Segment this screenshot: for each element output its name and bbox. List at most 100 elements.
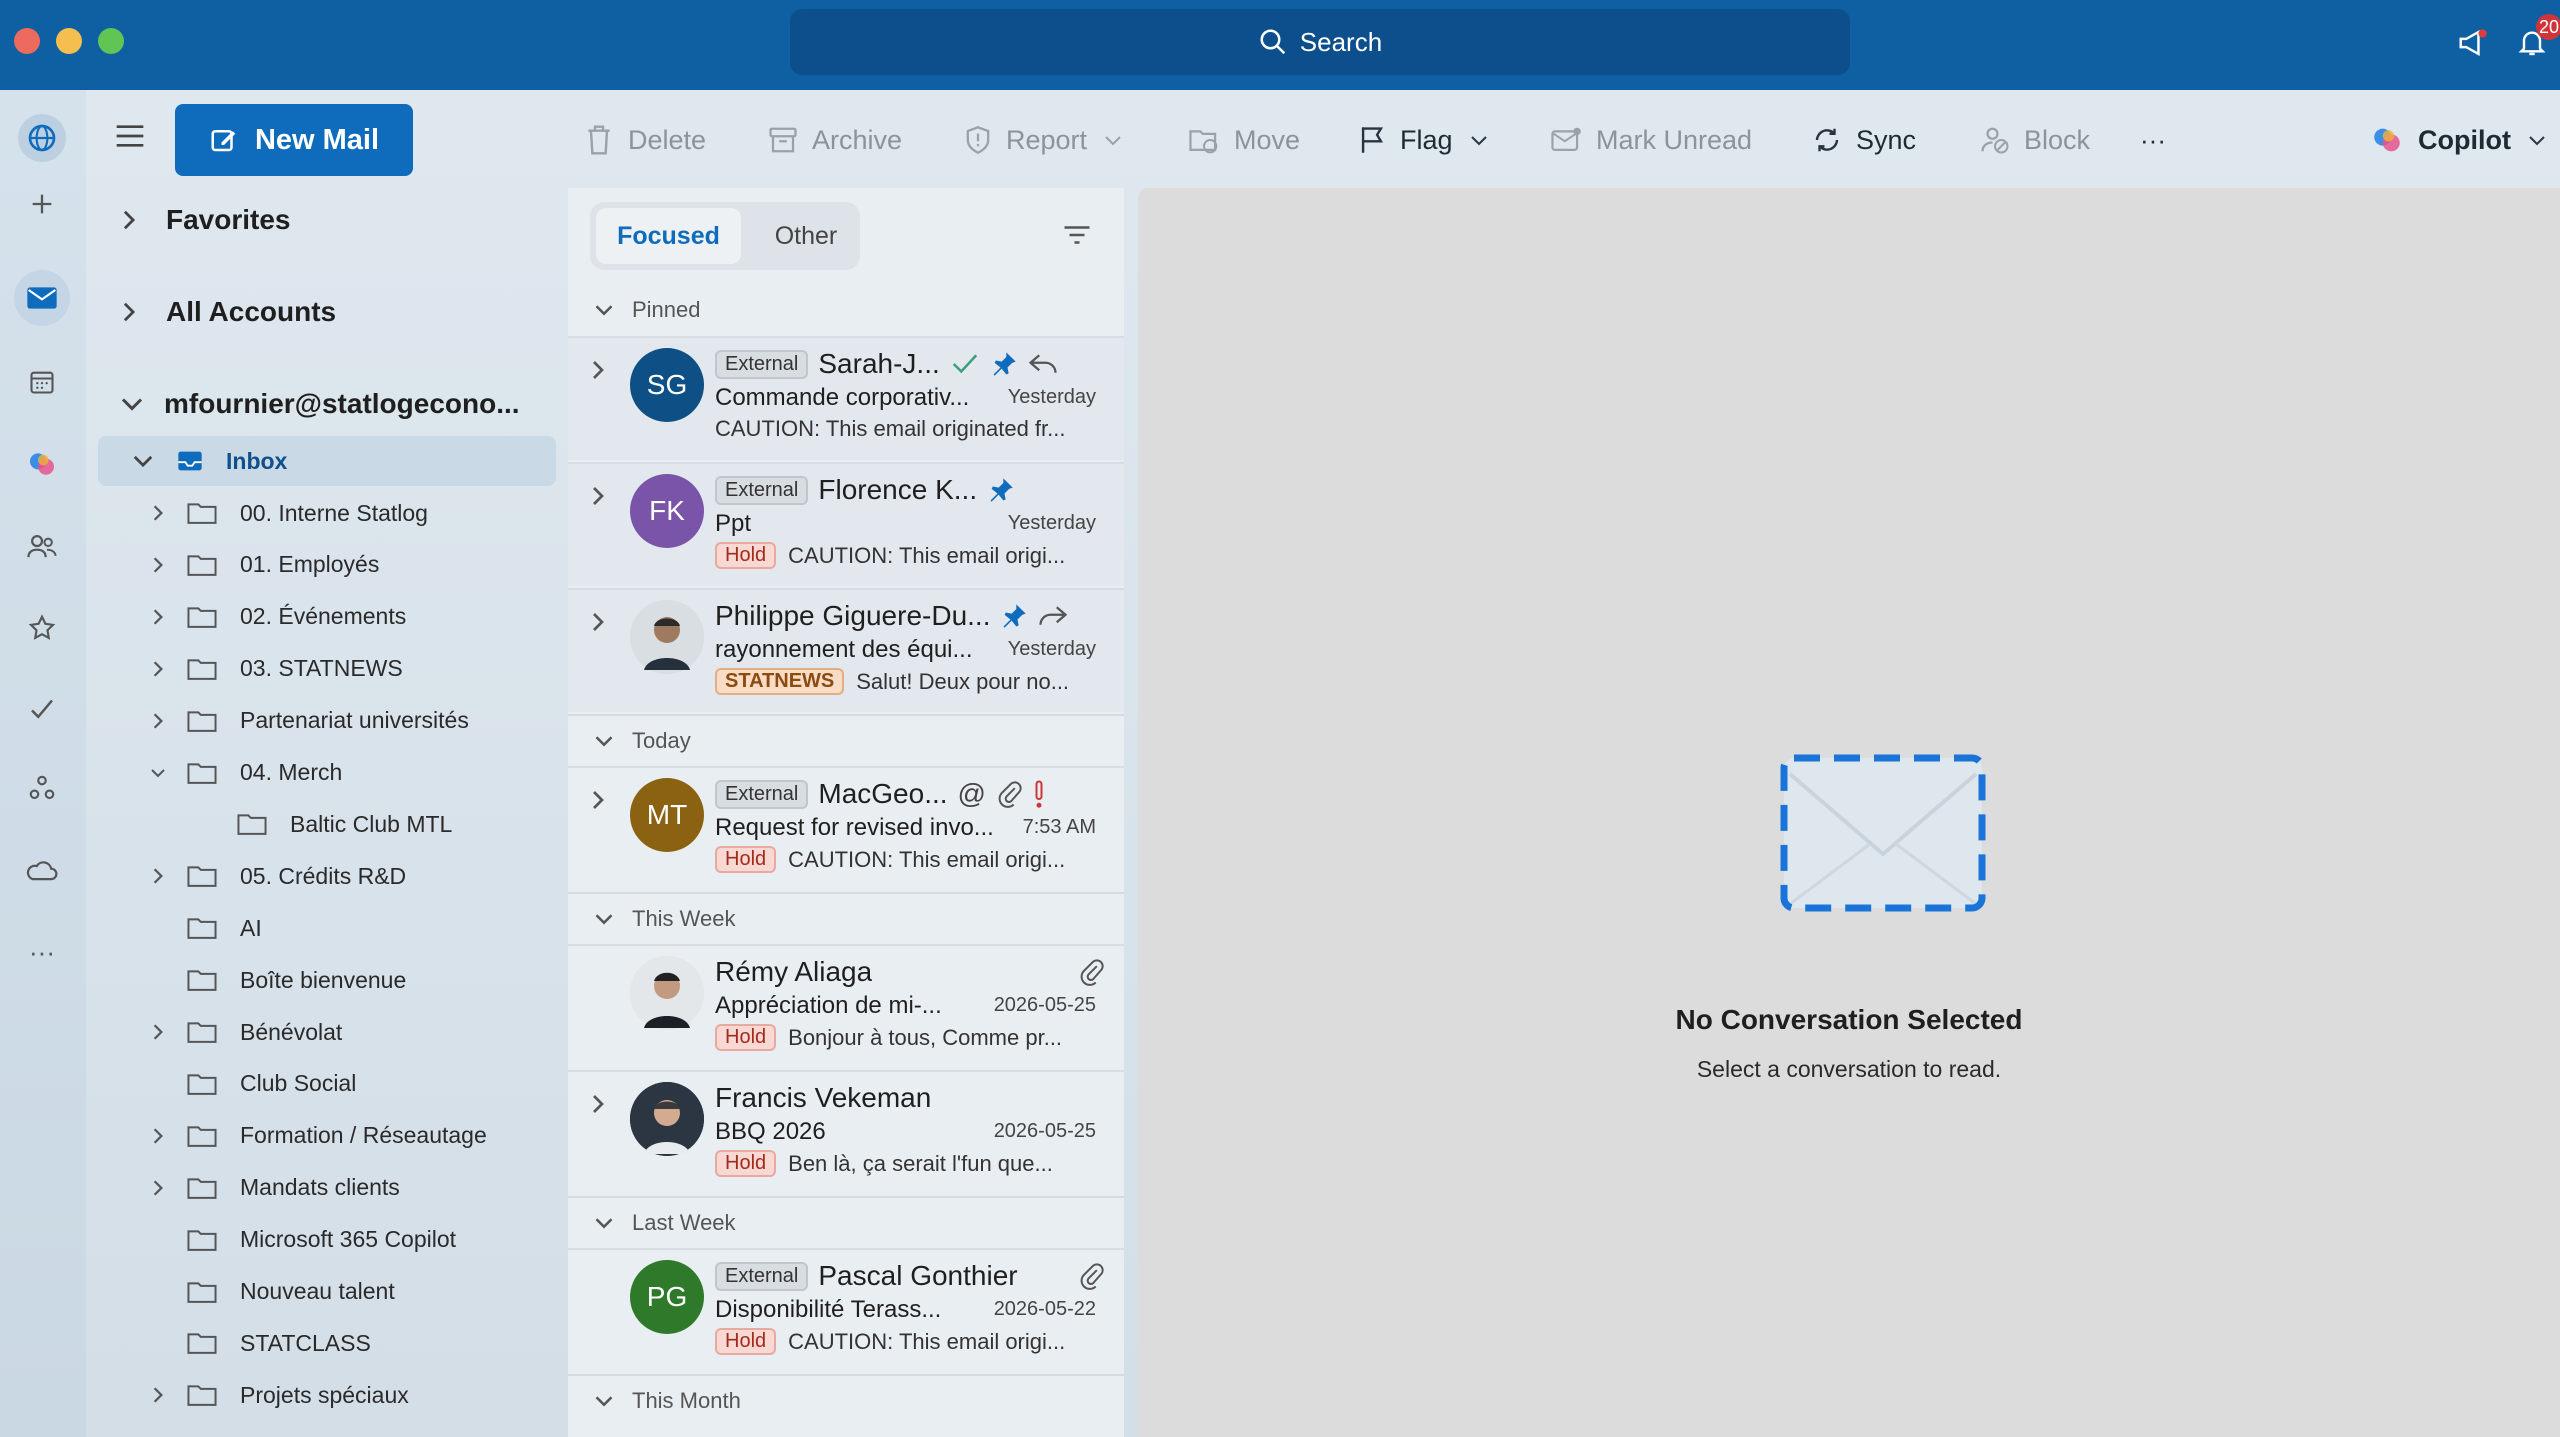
folder-item[interactable]: Projets spéciaux <box>148 1370 409 1420</box>
folder-item[interactable]: STATCLASS <box>148 1318 371 1368</box>
chevron-right-icon[interactable] <box>148 607 168 627</box>
folder-item[interactable]: AI <box>148 903 262 953</box>
chevron-right-icon[interactable] <box>148 1385 168 1405</box>
section-pinned[interactable]: Pinned <box>568 284 1124 336</box>
folder-item[interactable]: Microsoft 365 Copilot <box>148 1215 456 1265</box>
sync-button[interactable]: Sync <box>1812 110 1916 170</box>
move-button[interactable]: Move <box>1188 110 1300 170</box>
message-preview: Salut! Deux pour no... <box>856 668 1070 694</box>
folder-item[interactable]: Baltic Club MTL <box>148 799 452 849</box>
hold-badge: Hold <box>715 1150 777 1177</box>
chevron-down-icon[interactable] <box>148 763 168 783</box>
copilot-button[interactable]: Copilot <box>2370 110 2549 170</box>
apps-icon[interactable] <box>20 766 64 810</box>
section-today[interactable]: Today <box>568 714 1124 766</box>
people-icon[interactable] <box>20 524 64 568</box>
chevron-right-icon[interactable] <box>148 555 168 575</box>
copilot-icon[interactable] <box>20 442 64 486</box>
mark-unread-button[interactable]: Mark Unread <box>1550 110 1752 170</box>
section-last-week[interactable]: Last Week <box>568 1196 1124 1248</box>
folder-item[interactable]: Partenariat universités <box>148 696 469 746</box>
message-item[interactable]: PG External Pascal Gonthier Disponibilit… <box>568 1248 1124 1372</box>
folder-item[interactable]: 05. Crédits R&D <box>148 851 406 901</box>
all-accounts-header[interactable]: All Accounts <box>120 296 336 328</box>
message-item[interactable]: Francis Vekeman BBQ 2026 2026-05-25 Hold… <box>568 1070 1124 1194</box>
search-bar[interactable]: Search <box>790 9 1850 75</box>
folder-icon <box>186 1382 218 1408</box>
star-icon[interactable] <box>20 606 64 650</box>
tasks-icon[interactable] <box>20 686 64 730</box>
folder-item[interactable]: Club Social <box>148 1059 356 1109</box>
chevron-right-icon[interactable] <box>590 1092 606 1116</box>
folder-item[interactable]: 03. STATNEWS <box>148 644 403 694</box>
message-item[interactable]: SG External Sarah-J... Commande corporat… <box>568 336 1124 460</box>
folder-item[interactable]: 01. Employés <box>148 540 379 590</box>
more-apps-icon[interactable]: ··· <box>20 930 64 974</box>
message-item[interactable]: FK External Florence K... Ppt Yesterday … <box>568 462 1124 586</box>
pin-icon[interactable] <box>990 350 1018 378</box>
message-subject: Request for revised invo... <box>715 814 994 841</box>
chevron-right-icon[interactable] <box>590 788 606 812</box>
attachment-icon <box>996 780 1022 808</box>
archive-button[interactable]: Archive <box>768 110 902 170</box>
search-icon <box>1258 27 1288 57</box>
megaphone-icon[interactable] <box>2456 28 2490 58</box>
filter-icon[interactable] <box>1062 222 1092 248</box>
chevron-right-icon[interactable] <box>148 659 168 679</box>
title-bar: Search 20 <box>0 0 2560 90</box>
flag-chevron-down-icon[interactable] <box>1467 128 1491 152</box>
pin-icon[interactable] <box>987 476 1015 504</box>
chevron-right-icon[interactable] <box>148 711 168 731</box>
chevron-right-icon[interactable] <box>148 1126 168 1146</box>
chevron-right-icon[interactable] <box>590 358 606 382</box>
section-this-month[interactable]: This Month <box>568 1374 1124 1426</box>
message-time: Yesterday <box>1007 512 1096 534</box>
folder-icon <box>186 760 218 786</box>
message-item[interactable]: MT External MacGeo... @ Request for revi… <box>568 766 1124 890</box>
folder-item[interactable]: Formation / Réseautage <box>148 1111 487 1161</box>
block-button[interactable]: Block <box>1980 110 2090 170</box>
folder-item[interactable]: 04. Merch <box>148 748 342 798</box>
chevron-right-icon[interactable] <box>148 1022 168 1042</box>
minimize-window-button[interactable] <box>56 28 82 54</box>
section-this-week[interactable]: This Week <box>568 892 1124 944</box>
hamburger-menu-icon[interactable] <box>114 122 146 150</box>
report-chevron-down-icon[interactable] <box>1101 128 1125 152</box>
external-badge: External <box>715 779 809 809</box>
folder-item[interactable]: Nouveau talent <box>148 1267 395 1317</box>
folder-item[interactable]: Boîte bienvenue <box>148 955 406 1005</box>
favorites-header[interactable]: Favorites <box>120 204 291 236</box>
more-options-button[interactable]: ··· <box>2140 110 2166 170</box>
tab-other[interactable]: Other <box>756 208 856 264</box>
cloud-icon[interactable] <box>20 848 64 892</box>
maximize-window-button[interactable] <box>98 28 124 54</box>
mail-icon[interactable] <box>14 270 70 326</box>
inbox-folder[interactable]: Inbox <box>98 436 556 486</box>
tab-focused[interactable]: Focused <box>596 208 741 264</box>
copilot-chevron-down-icon[interactable] <box>2525 128 2549 152</box>
flag-button[interactable]: Flag <box>1358 110 1491 170</box>
message-item[interactable]: Rémy Aliaga Appréciation de mi-... 2026-… <box>568 944 1124 1068</box>
message-item[interactable]: Philippe Giguere-Du... rayonnement des é… <box>568 588 1124 712</box>
delete-button[interactable]: Delete <box>584 110 706 170</box>
folder-item[interactable]: 00. Interne Statlog <box>148 488 428 538</box>
folder-item[interactable]: Bénévolat <box>148 1007 342 1057</box>
account-header[interactable]: mfournier@statlogecono... <box>120 388 520 420</box>
folder-item[interactable]: 02. Événements <box>148 592 406 642</box>
empty-state-subtitle: Select a conversation to read. <box>1696 1056 2002 1082</box>
globe-icon[interactable] <box>18 114 66 162</box>
report-button[interactable]: Report <box>964 110 1125 170</box>
add-account-icon[interactable] <box>20 182 64 226</box>
folder-icon <box>186 552 218 578</box>
folder-item[interactable]: Mandats clients <box>148 1163 400 1213</box>
copilot-label: Copilot <box>2418 124 2511 155</box>
chevron-right-icon[interactable] <box>148 503 168 523</box>
chevron-right-icon[interactable] <box>148 1178 168 1198</box>
new-mail-button[interactable]: New Mail <box>175 104 413 176</box>
pin-icon[interactable] <box>1000 602 1028 630</box>
chevron-right-icon[interactable] <box>590 610 606 634</box>
chevron-right-icon[interactable] <box>148 866 168 886</box>
close-window-button[interactable] <box>14 28 40 54</box>
calendar-icon[interactable] <box>20 360 64 404</box>
chevron-right-icon[interactable] <box>590 484 606 508</box>
